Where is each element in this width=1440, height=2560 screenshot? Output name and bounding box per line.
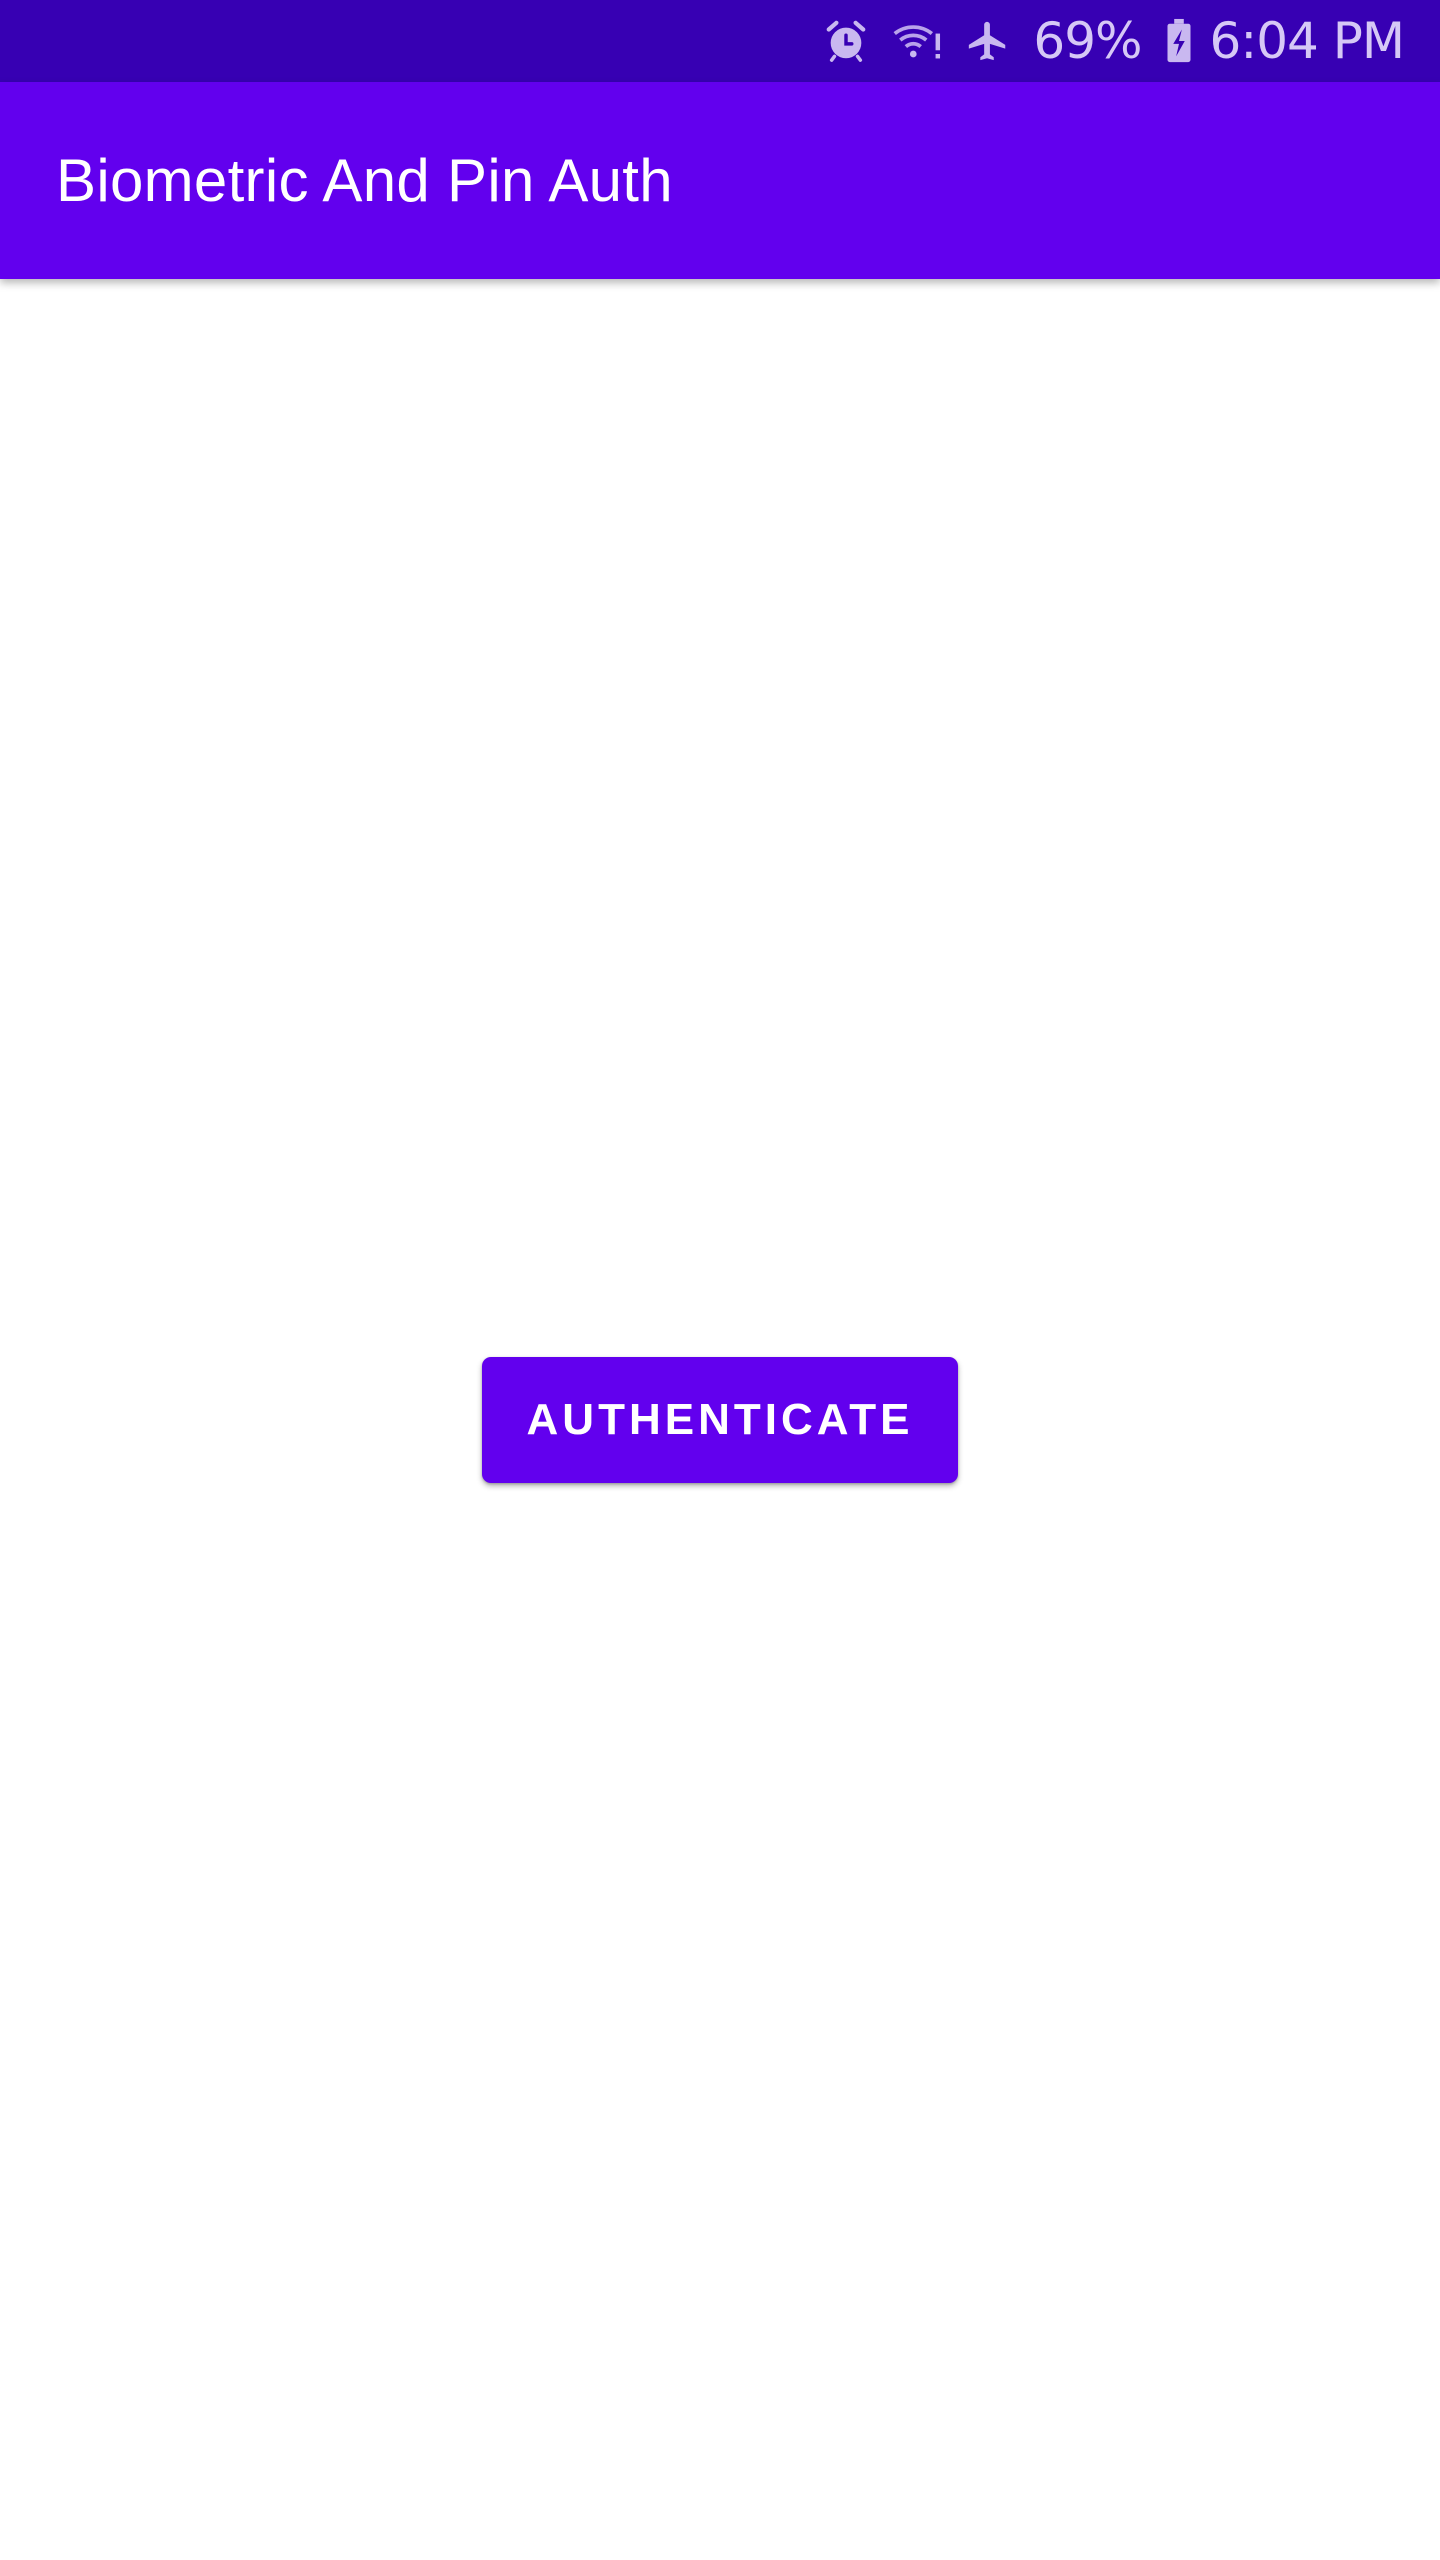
main-content: AUTHENTICATE (0, 279, 1440, 2560)
status-bar: 69% 6:04 PM (0, 0, 1440, 82)
wifi-alert-icon (891, 18, 943, 64)
alarm-icon (823, 18, 869, 64)
battery-level-text: 69% (1033, 12, 1142, 70)
battery-percentage: 69% (1033, 12, 1142, 70)
airplane-mode-icon (965, 18, 1011, 64)
app-screen: 69% 6:04 PM Biometric And Pin Auth AUTHE… (0, 0, 1440, 2560)
time-text: 6:04 PM (1209, 12, 1405, 70)
page-title: Biometric And Pin Auth (56, 147, 673, 214)
status-clock: 6:04 PM (1209, 12, 1405, 70)
battery-charging-icon (1164, 18, 1194, 64)
authenticate-button[interactable]: AUTHENTICATE (482, 1357, 958, 1483)
app-bar: Biometric And Pin Auth (0, 82, 1440, 279)
